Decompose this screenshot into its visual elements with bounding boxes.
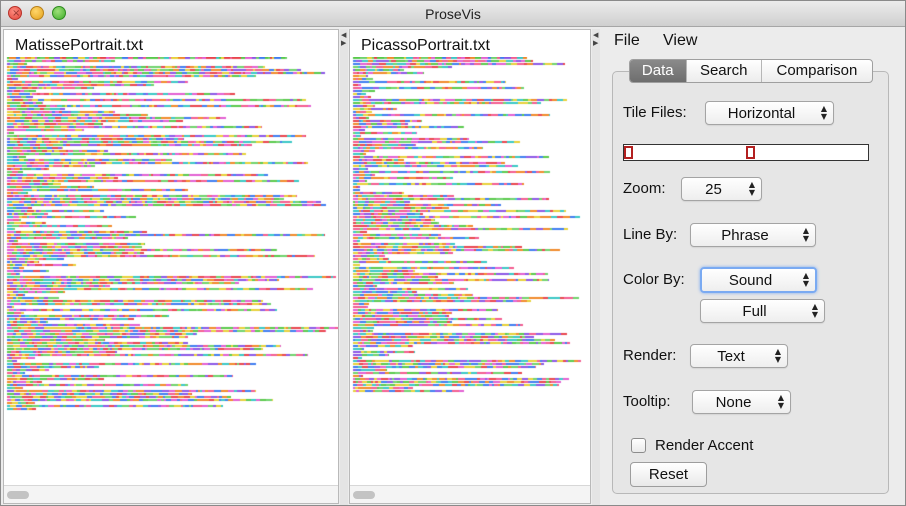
zoom-select[interactable]: 25 ▲ ▼ [681,177,762,201]
updown-arrows-icon: ▲ ▼ [811,302,818,319]
reset-button[interactable]: Reset [630,462,707,487]
menu-view[interactable]: View [663,32,697,50]
select-value: 25 [705,181,722,198]
tooltip-label: Tooltip: [623,393,671,410]
color-by-label: Color By: [623,271,685,288]
menu-file[interactable]: File [614,32,640,50]
range-end-handle[interactable] [746,146,755,159]
color-by-select[interactable]: Sound ▲ ▼ [700,267,817,293]
collapse-left-icon[interactable]: ◀ [593,31,598,39]
scrollbar-thumb[interactable] [353,491,375,499]
updown-arrows-icon: ▲ ▼ [748,180,755,197]
horizontal-scrollbar[interactable] [350,485,590,503]
expand-right-icon[interactable]: ▶ [341,39,346,47]
title-bar: × ProseVis [1,1,905,27]
app-window: × ProseVis MatissePortrait.txt ◀ ▶ Picas… [0,0,906,506]
split-divider[interactable]: ◀ ▶ [340,29,348,505]
file-title: PicassoPortrait.txt [361,37,490,54]
zoom-label: Zoom: [623,180,666,197]
tab-data[interactable]: Data [630,60,687,82]
line-by-label: Line By: [623,226,678,243]
updown-arrows-icon: ▲ ▼ [802,271,809,288]
render-accent-checkbox[interactable] [631,438,646,453]
tooltip-select[interactable]: None ▲ ▼ [692,390,791,414]
prose-visualization-canvas[interactable] [6,57,338,417]
prose-visualization-canvas[interactable] [352,57,590,397]
select-value: Phrase [721,227,769,244]
updown-arrows-icon: ▲ ▼ [802,226,809,243]
expand-right-icon[interactable]: ▶ [593,39,598,47]
tab-bar: Data Search Comparison [629,59,873,83]
render-accent-label[interactable]: Render Accent [655,437,753,454]
horizontal-scrollbar[interactable] [4,485,338,503]
select-value: Text [717,348,745,365]
tile-files-label: Tile Files: [623,104,687,121]
updown-arrows-icon: ▲ ▼ [777,393,784,410]
file-title: MatissePortrait.txt [15,37,144,54]
updown-arrows-icon: ▲ ▼ [820,104,827,121]
window-title: ProseVis [425,6,481,22]
render-label: Render: [623,347,677,364]
range-start-handle[interactable] [624,146,633,159]
select-value: None [715,394,752,411]
collapse-left-icon[interactable]: ◀ [341,31,346,39]
file-range-slider[interactable] [623,144,869,161]
scrollbar-thumb[interactable] [7,491,29,499]
select-value: Horizontal [727,105,796,122]
tile-files-select[interactable]: Horizontal ▲ ▼ [705,101,834,125]
line-by-select[interactable]: Phrase ▲ ▼ [690,223,816,247]
select-value: Full [742,303,767,320]
updown-arrows-icon: ▲ ▼ [774,347,781,364]
render-select[interactable]: Text ▲ ▼ [690,344,788,368]
file-panel-matisse: MatissePortrait.txt [3,29,339,504]
tab-comparison[interactable]: Comparison [762,60,872,82]
tab-search[interactable]: Search [687,60,762,82]
color-by-detail-select[interactable]: Full ▲ ▼ [700,299,825,323]
file-panel-picasso: PicassoPortrait.txt [349,29,591,504]
select-value: Sound [728,272,773,289]
split-divider[interactable]: ◀ ▶ [592,29,600,505]
